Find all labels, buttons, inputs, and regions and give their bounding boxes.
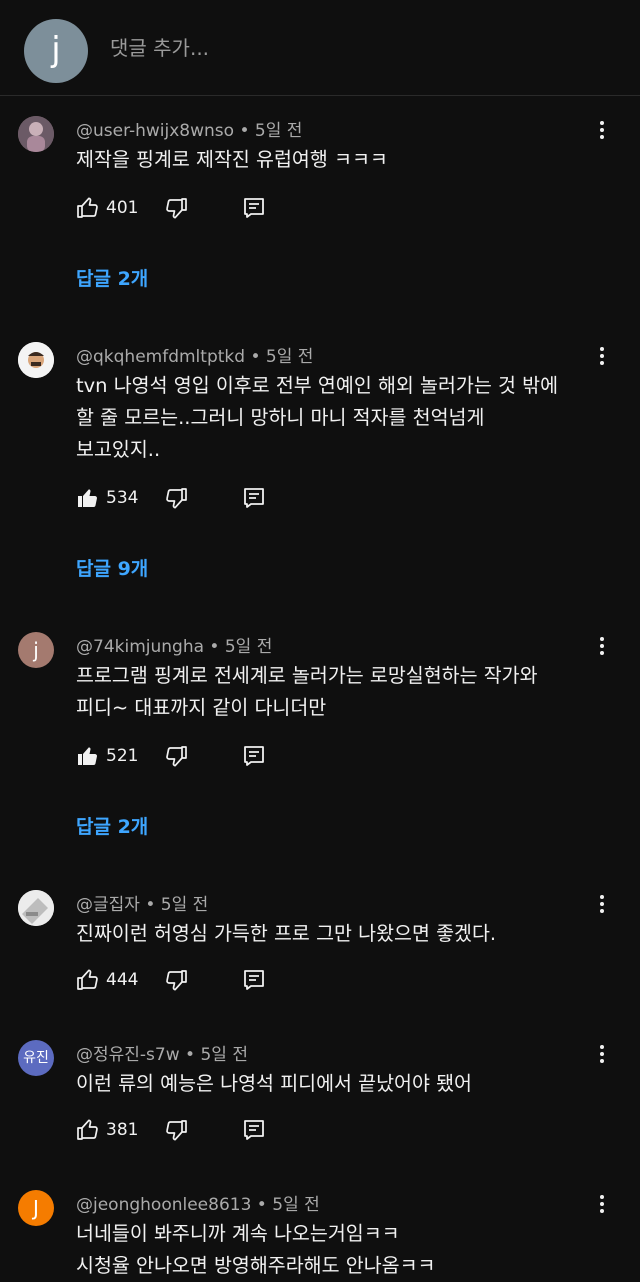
comment-time: 5일 전 — [254, 121, 303, 141]
comment-time: 5일 전 — [200, 1045, 248, 1065]
reply-icon[interactable] — [242, 486, 266, 510]
comment-actions: 444 — [76, 968, 296, 998]
more-options-icon[interactable] — [590, 1192, 614, 1216]
more-options-icon[interactable] — [590, 634, 614, 658]
like-count: 444 — [106, 970, 139, 990]
view-replies-link[interactable]: 답글 2개 — [76, 812, 148, 839]
comment-actions: 521 — [76, 744, 296, 774]
comment-text: 너네들이 봐주니까 계속 나오는거임ㅋㅋ 시청율 안나오면 방영해주라해도 안나… — [76, 1218, 606, 1282]
author-avatar[interactable]: J — [18, 1190, 54, 1226]
comment-line: 할 줄 모르는..그러니 망하니 마니 적자를 천억넘게 — [76, 406, 485, 429]
thumbs-up-outline-icon[interactable] — [76, 196, 100, 220]
author-name[interactable]: @글집자 — [76, 895, 140, 915]
thumbs-down-icon[interactable] — [164, 486, 188, 510]
reply-icon[interactable] — [242, 196, 266, 220]
reply-icon[interactable] — [242, 744, 266, 768]
comment-line: 프로그램 핑계로 전세계로 놀러가는 로망실현하는 작가와 — [76, 664, 538, 687]
like-count: 521 — [106, 746, 139, 766]
comment-line: 이런 류의 예능은 나영석 피디에서 끝났어야 됐어 — [76, 1072, 472, 1095]
author-name[interactable]: @74kimjungha — [76, 637, 204, 657]
comment-line: 보고있지.. — [76, 438, 161, 461]
comment-text: 프로그램 핑계로 전세계로 놀러가는 로망실현하는 작가와 피디~ 대표까지 같… — [76, 660, 606, 724]
comment-actions: 534 — [76, 486, 296, 516]
like-count: 401 — [106, 198, 139, 218]
comment-meta: @jeonghoonlee8613 • 5일 전 — [76, 1195, 320, 1215]
thumbs-up-filled-icon[interactable] — [76, 744, 100, 768]
comment-meta: @글집자 • 5일 전 — [76, 895, 209, 915]
comment-line: 피디~ 대표까지 같이 다니더만 — [76, 696, 327, 719]
thumbs-down-icon[interactable] — [164, 968, 188, 992]
reply-icon[interactable] — [242, 968, 266, 992]
author-avatar[interactable]: 유진 — [18, 1040, 54, 1076]
author-avatar[interactable] — [18, 116, 54, 152]
add-comment-bar: j — [0, 0, 640, 96]
thumbs-down-icon[interactable] — [164, 196, 188, 220]
author-avatar[interactable] — [18, 342, 54, 378]
comment-line: 제작을 핑계로 제작진 유럽여행 ㅋㅋㅋ — [76, 148, 388, 171]
comment-meta: @정유진-s7w • 5일 전 — [76, 1045, 248, 1065]
view-replies-link[interactable]: 답글 2개 — [76, 264, 148, 291]
comment-meta: @user-hwijx8wnso • 5일 전 — [76, 121, 303, 141]
comment-line: tvn 나영석 영입 이후로 전부 연예인 해외 놀러가는 것 밖에 — [76, 374, 559, 397]
comment-meta: @74kimjungha • 5일 전 — [76, 637, 273, 657]
reply-icon[interactable] — [242, 1118, 266, 1142]
comment-text: 진짜이런 허영심 가득한 프로 그만 나왔으면 좋겠다. — [76, 918, 606, 950]
comment-actions: 381 — [76, 1118, 296, 1148]
thumbs-down-icon[interactable] — [164, 744, 188, 768]
thumbs-up-filled-icon[interactable] — [76, 486, 100, 510]
author-avatar[interactable]: j — [18, 632, 54, 668]
author-name[interactable]: @qkqhemfdmltptkd — [76, 347, 245, 367]
view-replies-link[interactable]: 답글 9개 — [76, 554, 148, 581]
thumbs-down-icon[interactable] — [164, 1118, 188, 1142]
more-options-icon[interactable] — [590, 1042, 614, 1066]
comment-time: 5일 전 — [265, 347, 314, 367]
comment-line: 너네들이 봐주니까 계속 나오는거임ㅋㅋ — [76, 1222, 400, 1245]
author-name[interactable]: @jeonghoonlee8613 — [76, 1195, 251, 1215]
comment-time: 5일 전 — [272, 1195, 320, 1215]
author-name[interactable]: @user-hwijx8wnso — [76, 121, 234, 141]
comment-line: 시청율 안나오면 방영해주라해도 안나옴ㅋㅋ — [76, 1254, 436, 1277]
user-avatar[interactable]: j — [24, 19, 88, 83]
more-options-icon[interactable] — [590, 344, 614, 368]
comment-time: 5일 전 — [224, 637, 273, 657]
like-count: 381 — [106, 1120, 139, 1140]
thumbs-up-outline-icon[interactable] — [76, 1118, 100, 1142]
comment-text: tvn 나영석 영입 이후로 전부 연예인 해외 놀러가는 것 밖에 할 줄 모… — [76, 370, 606, 466]
comment-actions: 401 — [76, 196, 296, 226]
comment-text: 제작을 핑계로 제작진 유럽여행 ㅋㅋㅋ — [76, 144, 606, 176]
author-avatar[interactable] — [18, 890, 54, 926]
more-options-icon[interactable] — [590, 892, 614, 916]
thumbs-up-outline-icon[interactable] — [76, 968, 100, 992]
comment-meta: @qkqhemfdmltptkd • 5일 전 — [76, 347, 314, 367]
like-count: 534 — [106, 488, 139, 508]
comment-text: 이런 류의 예능은 나영석 피디에서 끝났어야 됐어 — [76, 1068, 606, 1100]
comment-line: 진짜이런 허영심 가득한 프로 그만 나왔으면 좋겠다. — [76, 922, 497, 945]
comment-time: 5일 전 — [160, 895, 209, 915]
add-comment-input[interactable] — [110, 36, 610, 60]
more-options-icon[interactable] — [590, 118, 614, 142]
author-name[interactable]: @정유진-s7w — [76, 1045, 180, 1065]
